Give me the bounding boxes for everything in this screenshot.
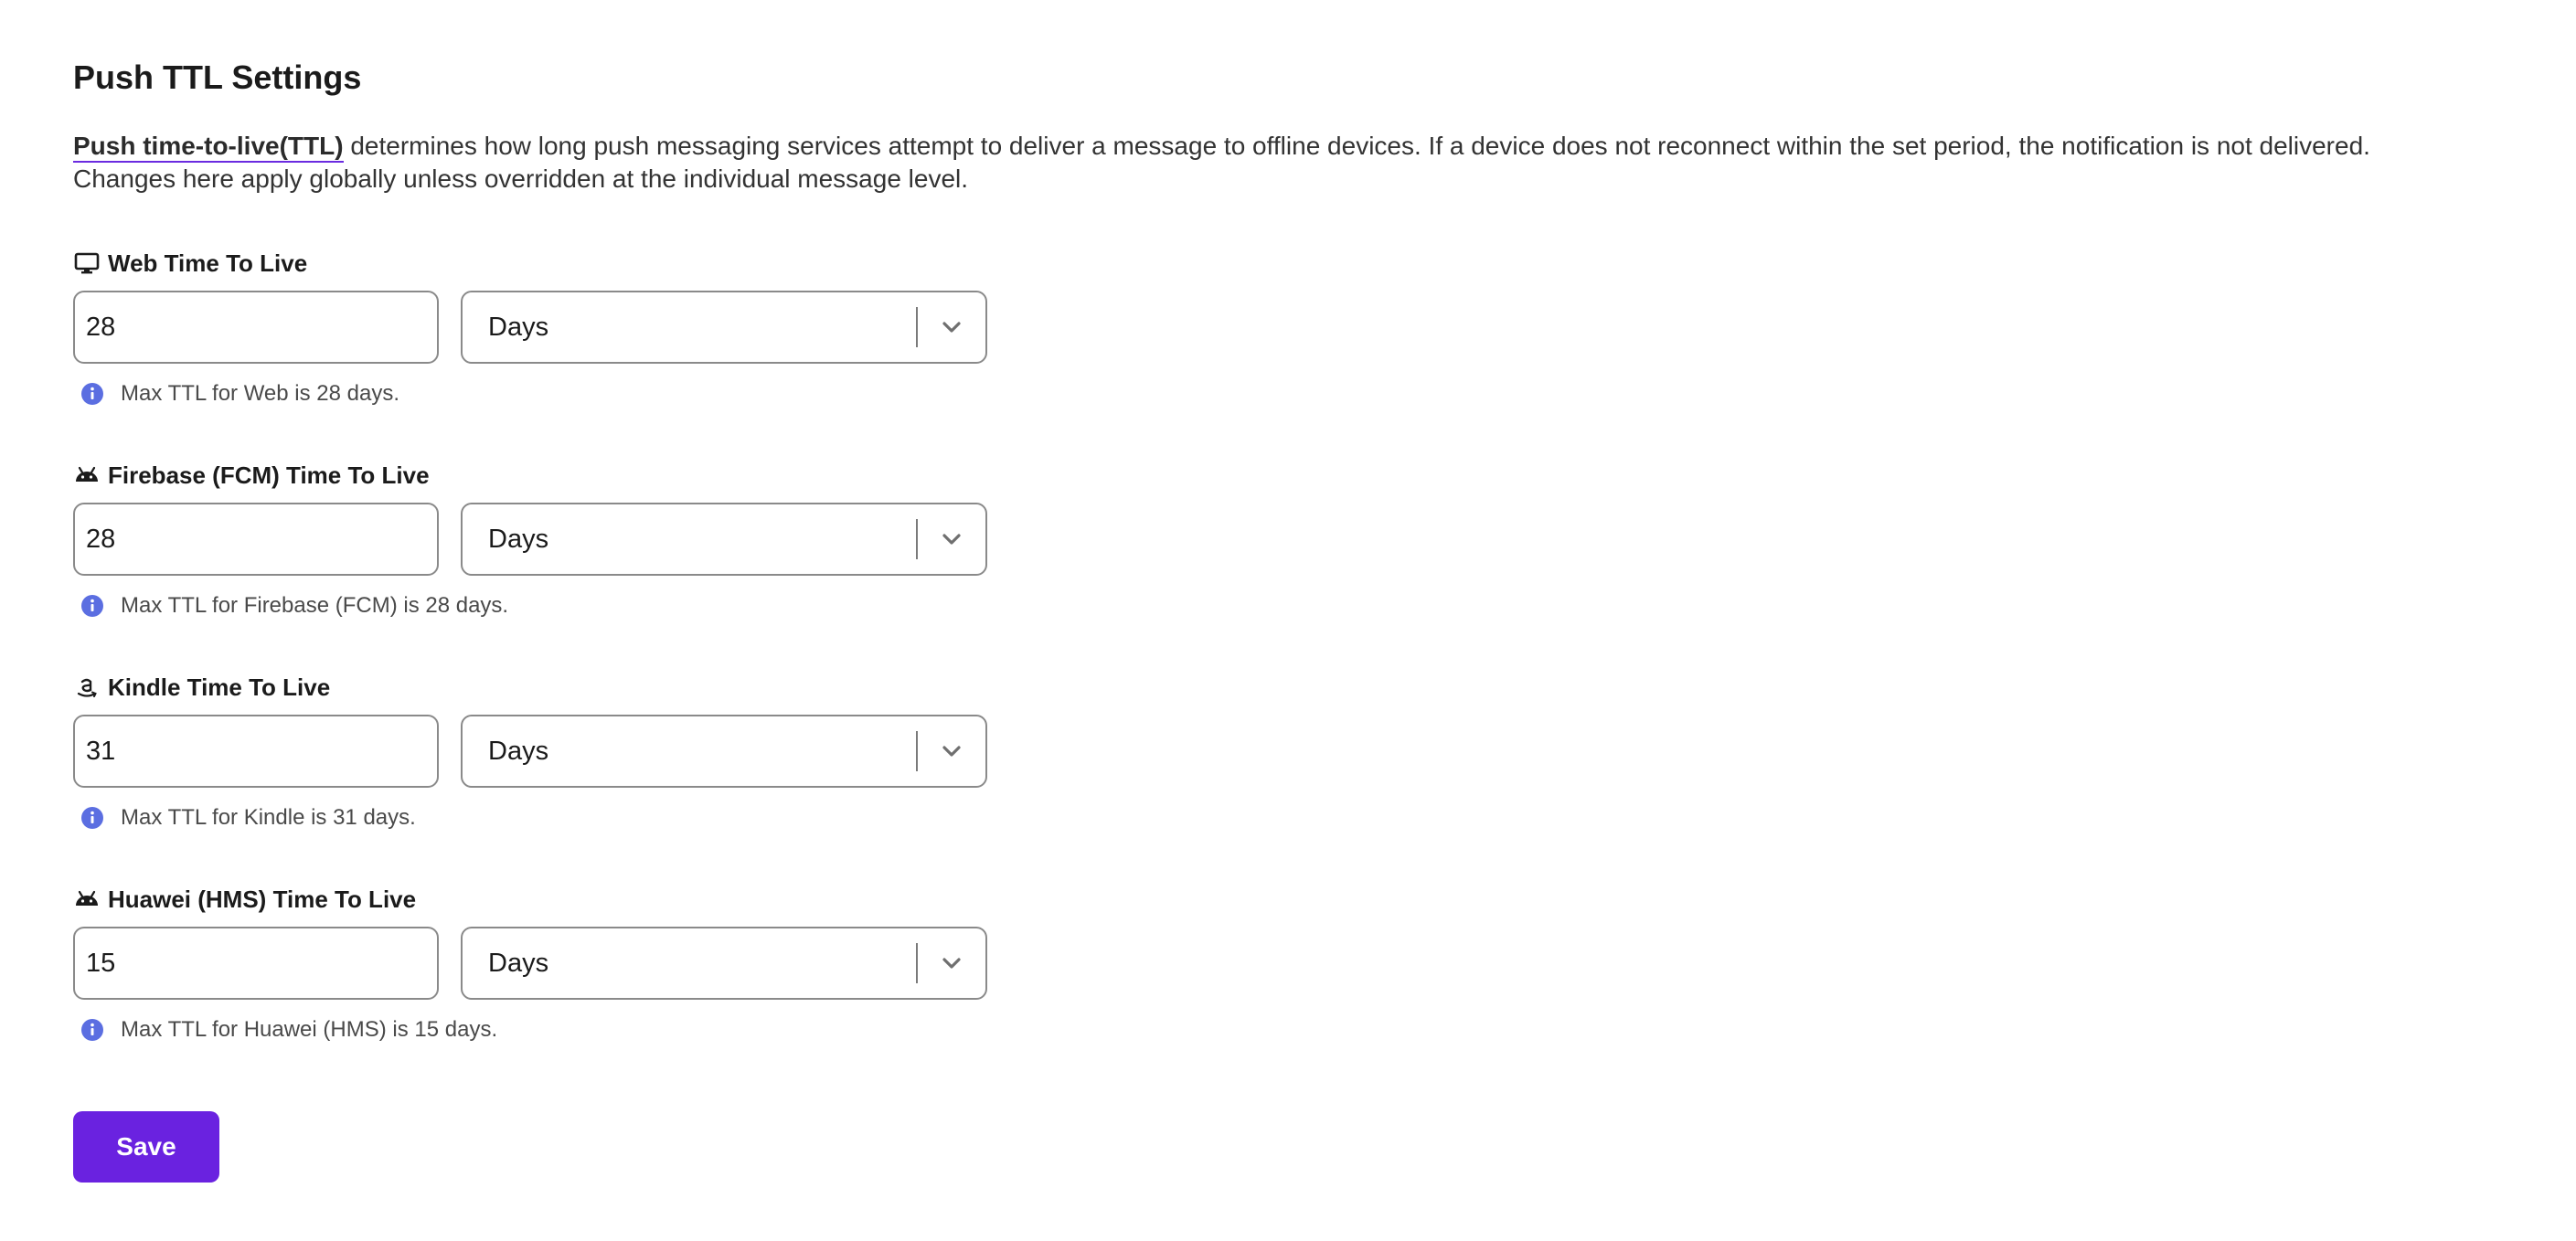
hms-ttl-hint-text: Max TTL for Huawei (HMS) is 15 days. xyxy=(121,1017,498,1042)
web-ttl-unit-value: Days xyxy=(488,312,549,342)
chevron-down-icon[interactable] xyxy=(918,292,985,362)
hms-ttl-label: Huawei (HMS) Time To Live xyxy=(73,885,987,914)
kindle-ttl-unit-select[interactable]: Days xyxy=(461,715,987,788)
web-ttl-unit-select[interactable]: Days xyxy=(461,291,987,364)
description-text: determines how long push messaging servi… xyxy=(73,132,2370,193)
android-icon xyxy=(73,886,101,913)
hms-ttl-unit-value: Days xyxy=(488,948,549,978)
hms-ttl-input[interactable] xyxy=(73,927,439,1000)
kindle-ttl-unit-value: Days xyxy=(488,736,549,766)
fcm-ttl-hint: Max TTL for Firebase (FCM) is 28 days. xyxy=(73,592,987,620)
fcm-ttl-unit-select[interactable]: Days xyxy=(461,503,987,576)
amazon-icon xyxy=(73,674,101,701)
android-icon xyxy=(73,461,101,489)
ttl-help-link[interactable]: Push time-to-live(TTL) xyxy=(73,132,344,163)
fcm-ttl-hint-text: Max TTL for Firebase (FCM) is 28 days. xyxy=(121,593,509,618)
web-ttl-label-text: Web Time To Live xyxy=(108,249,308,277)
info-icon xyxy=(80,382,104,406)
web-ttl-label: Web Time To Live xyxy=(73,249,987,278)
monitor-icon xyxy=(73,249,101,277)
kindle-ttl-hint: Max TTL for Kindle is 31 days. xyxy=(73,804,987,832)
web-ttl-group: Web Time To Live Days Max TTL for Web is… xyxy=(73,249,987,408)
chevron-down-icon[interactable] xyxy=(918,716,985,786)
page-title: Push TTL Settings xyxy=(73,58,362,96)
chevron-down-icon[interactable] xyxy=(918,504,985,574)
kindle-ttl-group: Kindle Time To Live Days Max TTL for Kin… xyxy=(73,673,987,832)
info-icon xyxy=(80,594,104,618)
info-icon xyxy=(80,806,104,830)
fcm-ttl-group: Firebase (FCM) Time To Live Days Max TTL… xyxy=(73,461,987,620)
description: Push time-to-live(TTL) determines how lo… xyxy=(73,130,2468,196)
save-button[interactable]: Save xyxy=(73,1111,219,1183)
push-ttl-settings-page: Push TTL Settings Push time-to-live(TTL)… xyxy=(0,0,2576,1241)
kindle-ttl-label-text: Kindle Time To Live xyxy=(108,673,331,701)
web-ttl-hint-text: Max TTL for Web is 28 days. xyxy=(121,381,400,406)
hms-ttl-hint: Max TTL for Huawei (HMS) is 15 days. xyxy=(73,1016,987,1044)
fcm-ttl-input[interactable] xyxy=(73,503,439,576)
chevron-down-icon[interactable] xyxy=(918,928,985,998)
hms-ttl-unit-select[interactable]: Days xyxy=(461,927,987,1000)
kindle-ttl-hint-text: Max TTL for Kindle is 31 days. xyxy=(121,805,416,830)
web-ttl-hint: Max TTL for Web is 28 days. xyxy=(73,380,987,408)
hms-ttl-label-text: Huawei (HMS) Time To Live xyxy=(108,885,417,913)
kindle-ttl-input[interactable] xyxy=(73,715,439,788)
fcm-ttl-label: Firebase (FCM) Time To Live xyxy=(73,461,987,490)
fcm-ttl-label-text: Firebase (FCM) Time To Live xyxy=(108,461,430,489)
info-icon xyxy=(80,1018,104,1042)
web-ttl-input[interactable] xyxy=(73,291,439,364)
fcm-ttl-unit-value: Days xyxy=(488,524,549,554)
kindle-ttl-label: Kindle Time To Live xyxy=(73,673,987,702)
hms-ttl-group: Huawei (HMS) Time To Live Days Max TTL f… xyxy=(73,885,987,1044)
